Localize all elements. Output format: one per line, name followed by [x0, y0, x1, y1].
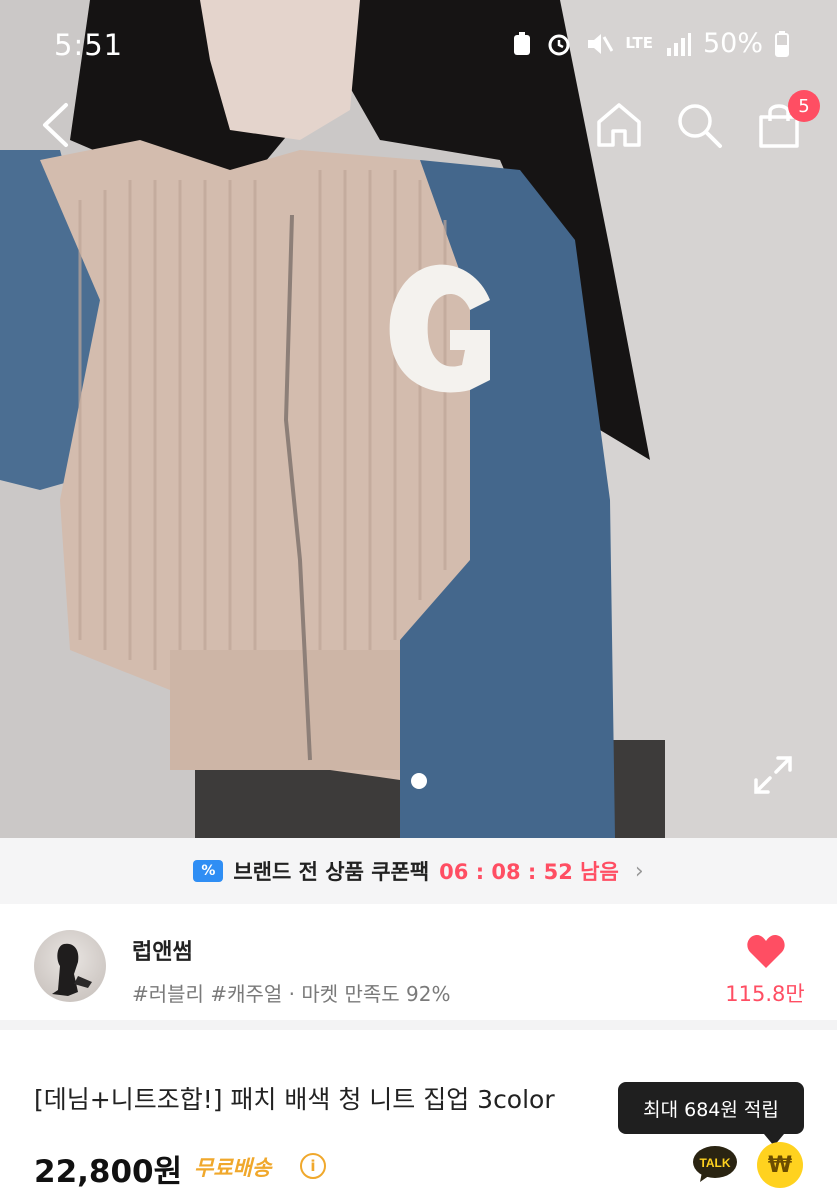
reward-coin-button[interactable]: ₩: [757, 1142, 803, 1188]
product-price: 22,800원: [34, 1154, 183, 1190]
network-label: LTE: [625, 34, 653, 52]
search-button[interactable]: [672, 98, 726, 152]
mute-icon: [588, 33, 614, 54]
battery-icon: [775, 30, 789, 57]
like-button[interactable]: [728, 934, 804, 974]
reward-tooltip: 최대 684원 적립: [618, 1082, 804, 1146]
free-shipping-label: 무료배송: [194, 1156, 272, 1180]
home-button[interactable]: [592, 98, 646, 152]
cart-count-badge: 5: [788, 90, 820, 122]
back-button[interactable]: [28, 98, 82, 152]
store-name[interactable]: 럽앤썸: [132, 934, 193, 966]
store-tags: #러블리 #캐주얼 · 마켓 만족도 92%: [132, 982, 451, 1006]
search-icon: [678, 104, 722, 148]
talk-label: TALK: [699, 1156, 730, 1170]
status-bar: 5:51 LTE 50%: [0, 0, 837, 88]
avatar-image: [52, 943, 92, 996]
alarm-icon: [548, 34, 570, 55]
gallery-page-indicator: [411, 773, 427, 789]
product-image-gallery[interactable]: 5:51 LTE 50% 5: [0, 0, 837, 838]
info-icon[interactable]: i: [300, 1153, 326, 1179]
status-time: 5:51: [54, 28, 124, 62]
store-info-row[interactable]: 럽앤썸 #러블리 #캐주얼 · 마켓 만족도 92% 115.8만: [0, 904, 837, 1030]
talk-icon: TALK: [693, 1146, 737, 1182]
expand-icon: [754, 756, 792, 794]
coupon-icon: %: [193, 860, 224, 882]
product-title: [데님+니트조합!] 패치 배색 청 니트 집업 3color: [34, 1085, 555, 1114]
talk-button[interactable]: TALK: [692, 1144, 738, 1184]
coupon-label: 브랜드 전 상품 쿠폰팩: [233, 860, 430, 884]
signal-icon: [666, 32, 691, 56]
battery-saver-icon: [514, 31, 531, 55]
heart-icon: [747, 935, 785, 968]
coupon-timer: 06 : 08 : 52 남음: [439, 860, 619, 884]
back-icon: [43, 103, 68, 147]
battery-percent: 50%: [702, 28, 763, 59]
coupon-banner[interactable]: % 브랜드 전 상품 쿠폰팩 06 : 08 : 52 남음 ›: [0, 838, 837, 904]
chevron-right-icon: ›: [634, 858, 644, 884]
expand-button[interactable]: [752, 754, 794, 796]
store-avatar[interactable]: [34, 930, 106, 1002]
like-count: 115.8만: [725, 982, 805, 1006]
status-icons: LTE 50%: [511, 28, 789, 59]
home-icon: [597, 103, 641, 147]
